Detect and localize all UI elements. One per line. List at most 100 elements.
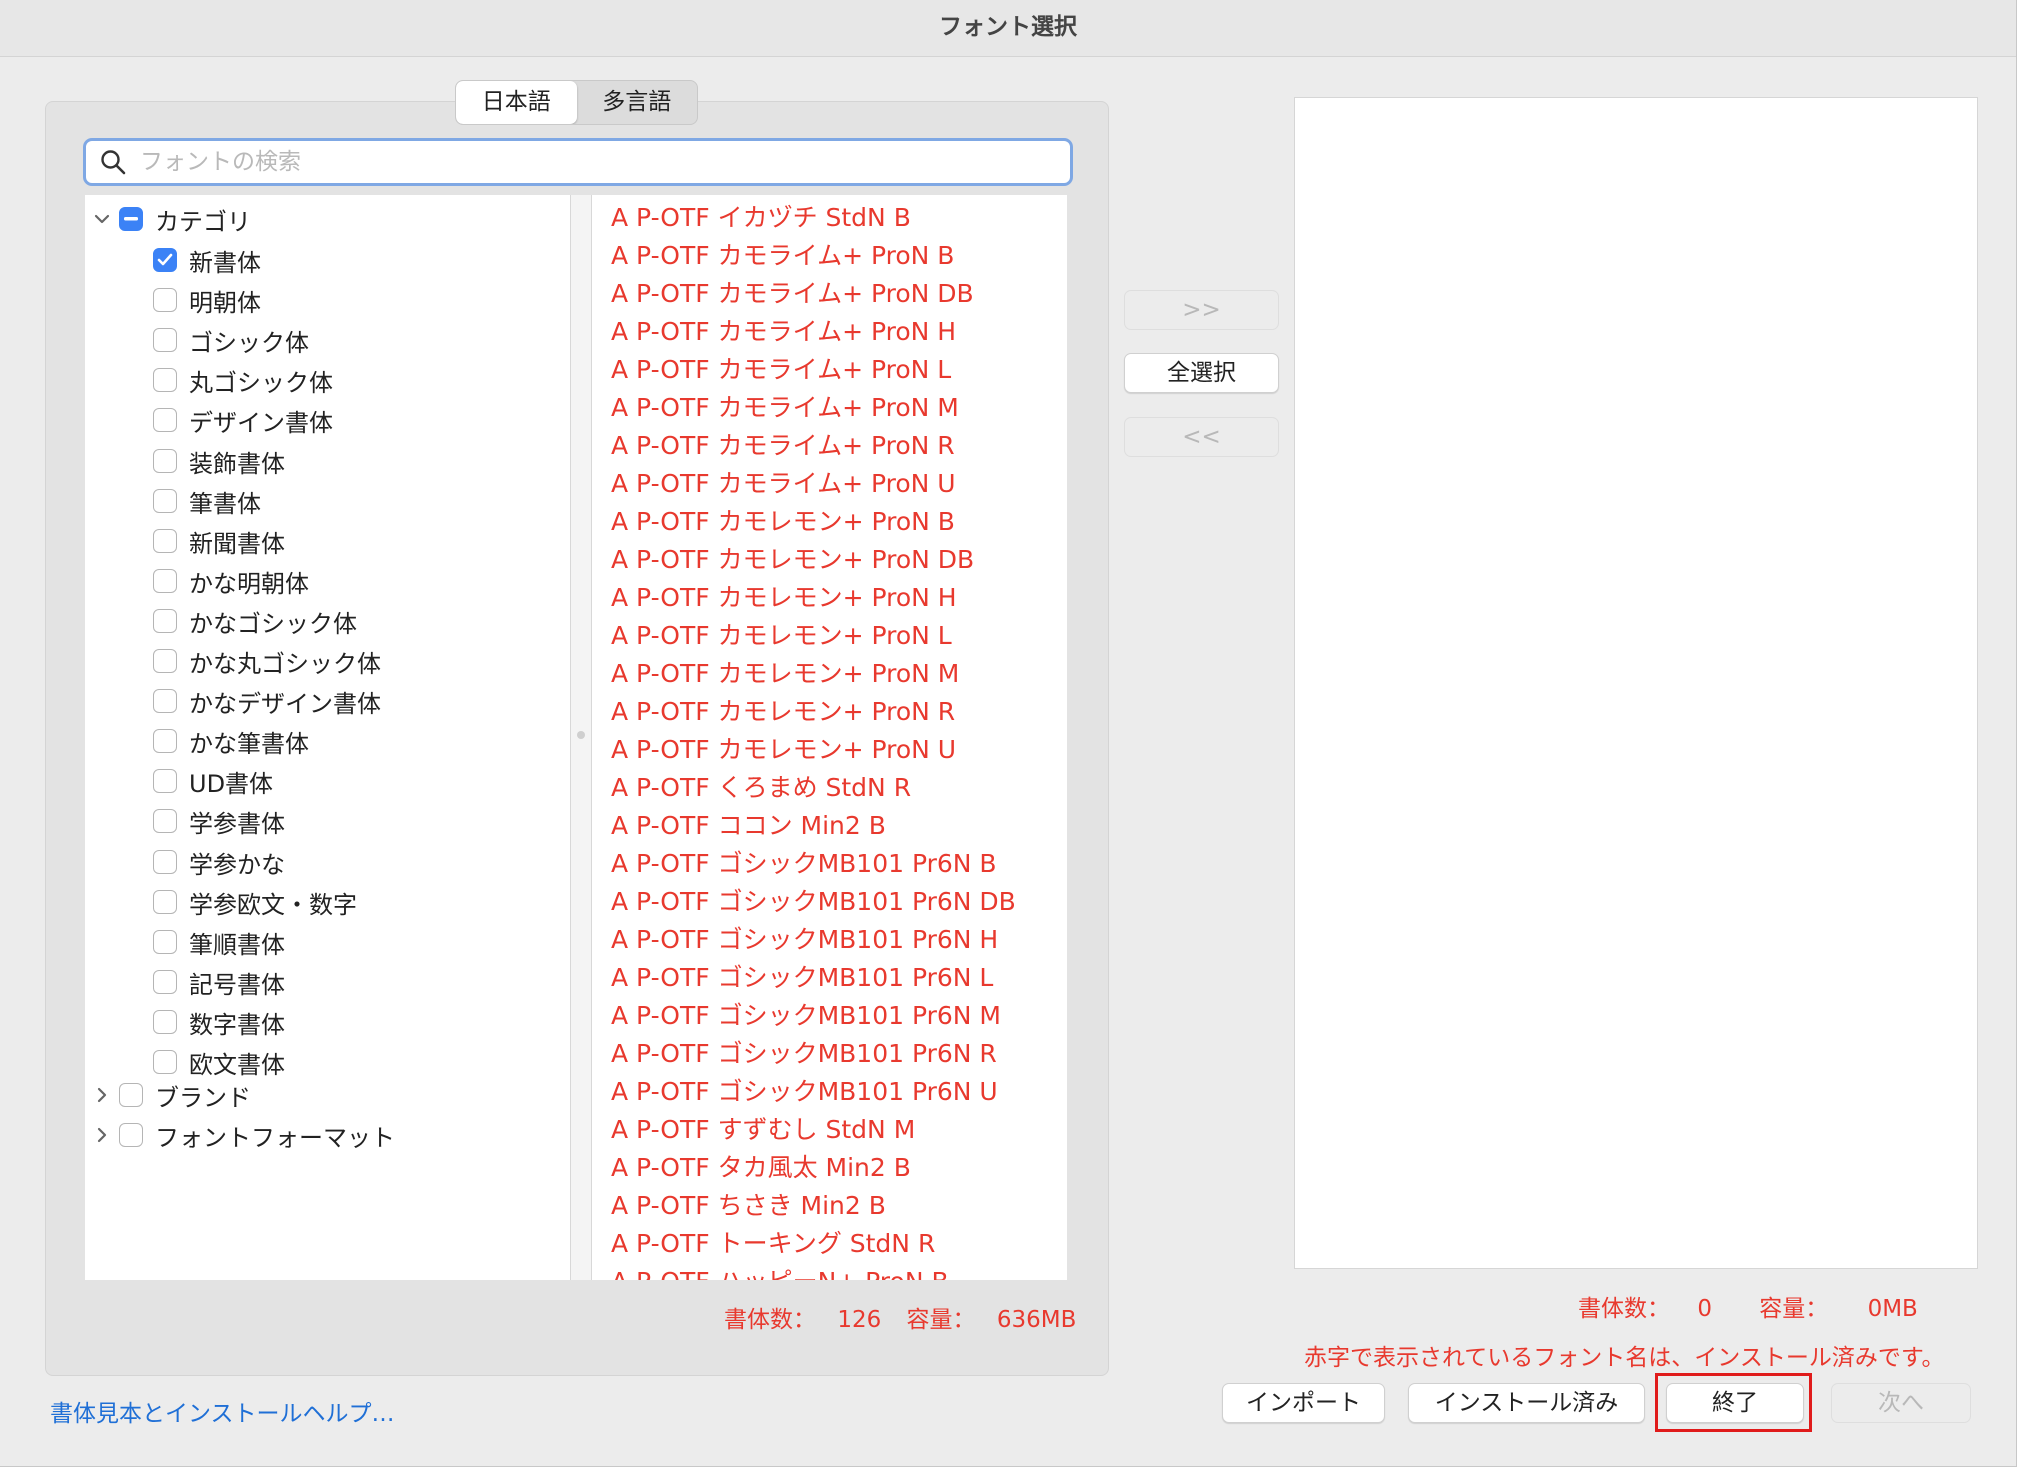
font-list-item[interactable]: A P-OTF ゴシックMB101 Pr6N U: [611, 1077, 998, 1107]
dash-icon: [124, 217, 138, 221]
category-item-checkbox[interactable]: [153, 1050, 177, 1074]
category-item-checkbox[interactable]: [153, 569, 177, 593]
chevron-down-icon[interactable]: [92, 209, 112, 229]
category-item[interactable]: かな明朝体: [153, 561, 309, 601]
category-item[interactable]: 学参書体: [153, 801, 285, 841]
font-list[interactable]: A P-OTF イカヅチ StdN B A P-OTF カモライム+ ProN B…: [592, 195, 1067, 1280]
category-item-checkbox[interactable]: [153, 1010, 177, 1034]
category-item-label: 数字書体: [189, 1010, 285, 1039]
category-item[interactable]: かな筆書体: [153, 721, 309, 761]
category-item-checkbox[interactable]: [153, 368, 177, 392]
tree-item-category[interactable]: カテゴリ: [92, 199, 251, 239]
font-list-item[interactable]: A P-OTF カモライム+ ProN H: [611, 317, 956, 347]
tree-item-label: カテゴリ: [155, 207, 251, 236]
category-item[interactable]: 記号書体: [153, 962, 285, 1002]
select-all-button[interactable]: 全選択: [1124, 353, 1279, 393]
font-list-item[interactable]: A P-OTF ゴシックMB101 Pr6N B: [611, 849, 997, 879]
chevron-right-icon[interactable]: [92, 1125, 112, 1145]
chevron-right-icon[interactable]: [92, 1085, 112, 1105]
font-list-item[interactable]: A P-OTF カモレモン+ ProN M: [611, 659, 959, 689]
category-item-checkbox[interactable]: [153, 649, 177, 673]
category-item-checkbox[interactable]: [153, 769, 177, 793]
font-list-item[interactable]: A P-OTF カモライム+ ProN R: [611, 431, 955, 461]
search-field[interactable]: [83, 138, 1073, 186]
category-item-checkbox[interactable]: [153, 609, 177, 633]
font-list-item[interactable]: A P-OTF カモレモン+ ProN H: [611, 583, 957, 613]
category-item-label: かなゴシック体: [189, 609, 357, 638]
brand-checkbox[interactable]: [119, 1083, 143, 1107]
split-view-divider[interactable]: [570, 195, 592, 1280]
font-list-item[interactable]: A P-OTF ココン Min2 B: [611, 811, 886, 841]
font-list-item[interactable]: A P-OTF カモライム+ ProN U: [611, 469, 956, 499]
font-list-item[interactable]: A P-OTF カモライム+ ProN L: [611, 355, 951, 385]
tab-japanese[interactable]: 日本語: [456, 81, 577, 124]
font-list-item[interactable]: A P-OTF カモレモン+ ProN U: [611, 735, 956, 765]
category-item[interactable]: 丸ゴシック体: [153, 360, 333, 400]
font-list-item[interactable]: A P-OTF カモレモン+ ProN DB: [611, 545, 974, 575]
category-item[interactable]: 学参欧文・数字: [153, 882, 357, 922]
font-list-item[interactable]: A P-OTF ハッピーN+ ProN B: [611, 1267, 949, 1280]
font-list-item[interactable]: A P-OTF タカ風太 Min2 B: [611, 1153, 911, 1183]
font-list-item[interactable]: A P-OTF ゴシックMB101 Pr6N M: [611, 1001, 1001, 1031]
category-item[interactable]: かな丸ゴシック体: [153, 641, 381, 681]
category-item-checkbox[interactable]: [153, 809, 177, 833]
category-item[interactable]: 筆順書体: [153, 922, 285, 962]
category-item[interactable]: 学参かな: [153, 842, 285, 882]
category-item[interactable]: 筆書体: [153, 481, 261, 521]
category-item-checkbox[interactable]: [153, 248, 177, 272]
category-item[interactable]: 明朝体: [153, 280, 261, 320]
category-item[interactable]: UD書体: [153, 761, 273, 801]
category-item-label: 学参かな: [189, 850, 285, 879]
category-item-checkbox[interactable]: [153, 930, 177, 954]
category-item-label: かな筆書体: [189, 729, 309, 758]
font-list-item[interactable]: A P-OTF カモレモン+ ProN R: [611, 697, 955, 727]
installed-button[interactable]: インストール済み: [1408, 1383, 1645, 1423]
font-list-item[interactable]: A P-OTF くろまめ StdN R: [611, 773, 911, 803]
font-list-item[interactable]: A P-OTF ゴシックMB101 Pr6N R: [611, 1039, 997, 1069]
category-item-checkbox[interactable]: [153, 288, 177, 312]
category-item[interactable]: ゴシック体: [153, 320, 309, 360]
font-list-item[interactable]: A P-OTF カモライム+ ProN B: [611, 241, 954, 271]
category-item[interactable]: 数字書体: [153, 1002, 285, 1042]
font-list-item[interactable]: A P-OTF イカヅチ StdN B: [611, 203, 911, 233]
category-item[interactable]: かなゴシック体: [153, 601, 357, 641]
add-button[interactable]: >>: [1124, 290, 1279, 330]
font-list-item[interactable]: A P-OTF カモレモン+ ProN B: [611, 507, 955, 537]
tab-multilingual[interactable]: 多言語: [577, 81, 698, 124]
next-button[interactable]: 次へ: [1831, 1383, 1971, 1423]
font-list-item[interactable]: A P-OTF ちさき Min2 B: [611, 1191, 886, 1221]
font-list-item[interactable]: A P-OTF カモライム+ ProN DB: [611, 279, 974, 309]
category-item-checkbox[interactable]: [153, 449, 177, 473]
category-checkbox[interactable]: [119, 207, 143, 231]
category-item[interactable]: 新聞書体: [153, 521, 285, 561]
category-item-label: かな明朝体: [189, 569, 309, 598]
import-button[interactable]: インポート: [1222, 1383, 1385, 1423]
tree-item-brand[interactable]: ブランド: [92, 1075, 251, 1115]
remove-button[interactable]: <<: [1124, 417, 1279, 457]
category-item-checkbox[interactable]: [153, 850, 177, 874]
font-format-checkbox[interactable]: [119, 1123, 143, 1147]
font-list-item[interactable]: A P-OTF すずむし StdN M: [611, 1115, 915, 1145]
category-item[interactable]: デザイン書体: [153, 400, 333, 440]
category-item-checkbox[interactable]: [153, 970, 177, 994]
font-list-item[interactable]: A P-OTF ゴシックMB101 Pr6N L: [611, 963, 993, 993]
category-item[interactable]: 新書体: [153, 240, 261, 280]
category-item-checkbox[interactable]: [153, 408, 177, 432]
category-item-checkbox[interactable]: [153, 689, 177, 713]
search-input[interactable]: [138, 148, 1042, 176]
font-list-item[interactable]: A P-OTF カモレモン+ ProN L: [611, 621, 952, 651]
category-item-checkbox[interactable]: [153, 328, 177, 352]
font-list-item[interactable]: A P-OTF ゴシックMB101 Pr6N DB: [611, 887, 1016, 917]
tree-item-font-format[interactable]: フォントフォーマット: [92, 1115, 395, 1155]
font-list-item[interactable]: A P-OTF ゴシックMB101 Pr6N H: [611, 925, 998, 955]
help-link[interactable]: 書体見本とインストールヘルプ…: [50, 1394, 395, 1428]
category-item-checkbox[interactable]: [153, 529, 177, 553]
category-item-checkbox[interactable]: [153, 489, 177, 513]
category-item[interactable]: かなデザイン書体: [153, 681, 381, 721]
category-item[interactable]: 装飾書体: [153, 441, 285, 481]
category-item-checkbox[interactable]: [153, 729, 177, 753]
selected-fonts-list[interactable]: [1294, 97, 1978, 1269]
font-list-item[interactable]: A P-OTF カモライム+ ProN M: [611, 393, 959, 423]
font-list-item[interactable]: A P-OTF トーキング StdN R: [611, 1229, 935, 1259]
category-item-checkbox[interactable]: [153, 890, 177, 914]
